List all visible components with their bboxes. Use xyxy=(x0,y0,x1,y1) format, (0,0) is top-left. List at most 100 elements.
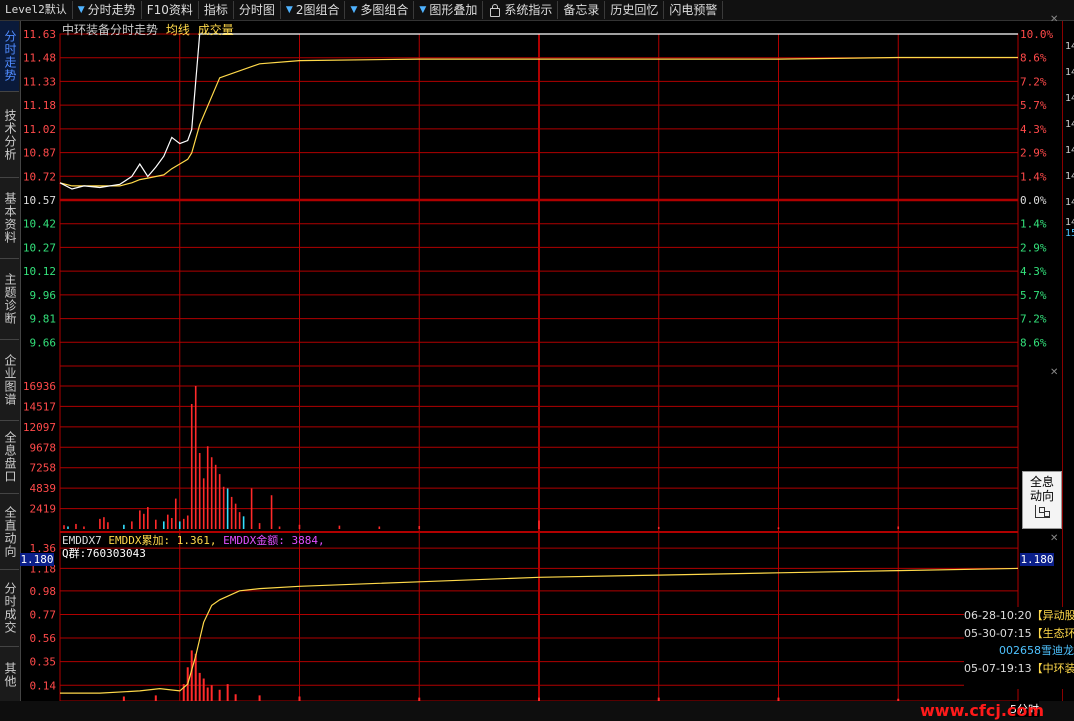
percent-tick-label: 2.9% xyxy=(1020,147,1047,160)
percent-tick-label: 5.7% xyxy=(1020,289,1047,302)
toolbar-memo[interactable]: 备忘录 xyxy=(558,1,606,19)
watermark: www.cfcj.com xyxy=(920,701,1045,720)
panel-number: 14 xyxy=(1065,217,1074,228)
volume-label: 成交量 xyxy=(197,23,234,37)
toolbar-label: 多图组合 xyxy=(360,3,409,17)
toolbar-label: F10资料 xyxy=(146,3,193,17)
chart-title: 中环装备分时走势 均线 成交量 xyxy=(62,21,234,38)
toolbar-level2-default[interactable]: Level2默认 xyxy=(0,1,73,19)
news-item[interactable]: 06-28-10:20【异动股 xyxy=(964,607,1074,625)
price-tick-label: 10.42 xyxy=(23,218,56,231)
toolbar-multi-chart[interactable]: ▼ 多图组合 xyxy=(345,1,415,19)
panel-number: 14 xyxy=(1065,41,1074,52)
toolbar-f10[interactable]: F10资料 xyxy=(142,1,199,19)
news-date: 06-28-10:20 xyxy=(964,609,1032,622)
price-tick-label: 9.66 xyxy=(30,336,57,349)
tab-technical[interactable]: 技术分析 xyxy=(0,92,19,178)
toolbar-history[interactable]: 历史回忆 xyxy=(605,1,665,19)
volume-tick-label: 9678 xyxy=(30,441,57,454)
toolbar-intraday[interactable]: ▼ 分时走势 xyxy=(73,1,142,19)
tab-basic-info[interactable]: 基本资料 xyxy=(0,178,19,259)
lock-icon xyxy=(490,3,501,17)
percent-tick-label: 2.9% xyxy=(1020,241,1047,254)
news-stock-code: 002658雪迪龙 xyxy=(999,644,1074,657)
dropdown-arrow-icon: ▼ xyxy=(285,5,293,15)
indicator-tick-label: 0.14 xyxy=(30,679,57,692)
tab-intraday[interactable]: 分时走势 xyxy=(0,21,19,92)
toolbar-alert[interactable]: 闪电预警 xyxy=(664,1,724,19)
tab-full-trend[interactable]: 全直动向 xyxy=(0,494,19,570)
panel-number: 14 xyxy=(1065,67,1074,78)
dropdown-arrow-icon: ▼ xyxy=(77,5,85,15)
percent-tick-label: 7.2% xyxy=(1020,75,1047,88)
volume-tick-label: 7258 xyxy=(30,462,57,475)
indicator-tick-label: 0.98 xyxy=(30,585,57,598)
panel-number: 14 xyxy=(1065,93,1074,104)
price-tick-label: 11.48 xyxy=(23,52,56,65)
indicator-value-right: 1.180 xyxy=(1020,553,1054,566)
news-item[interactable]: 002658雪迪龙 xyxy=(964,642,1074,660)
toolbar-label: 历史回忆 xyxy=(610,3,659,17)
tab-label: 主题诊断 xyxy=(3,273,17,325)
percent-tick-label: 8.6% xyxy=(1020,52,1047,65)
price-tick-label: 11.02 xyxy=(23,123,56,136)
percent-tick-label: 1.4% xyxy=(1020,170,1047,183)
price-tick-label: 10.72 xyxy=(23,170,56,183)
toolbar-label: 图形叠加 xyxy=(429,3,478,17)
toolbar-system[interactable]: 系统指示 xyxy=(483,1,559,19)
toolbar-two-chart[interactable]: ▼ 2图组合 xyxy=(281,1,346,19)
dropdown-arrow-icon: ▼ xyxy=(419,5,427,15)
tab-tick-trades[interactable]: 分时成交 xyxy=(0,570,19,647)
percent-tick-label: 4.3% xyxy=(1020,123,1047,136)
price-tick-label: 11.18 xyxy=(23,99,56,112)
percent-tick-label: 4.3% xyxy=(1020,265,1047,278)
toolbar-indicator[interactable]: 指标 xyxy=(199,1,234,19)
news-title: 【生态环 xyxy=(1031,626,1074,640)
tab-theme-diagnosis[interactable]: 主题诊断 xyxy=(0,259,19,340)
percent-tick-label: 1.4% xyxy=(1020,218,1047,231)
toolbar-label: 闪电预警 xyxy=(669,3,718,17)
indicator-value-left: 1.180 xyxy=(20,553,54,566)
news-item[interactable]: 05-07-19:13【中环装 xyxy=(964,660,1074,678)
close-icon[interactable]: ✕ xyxy=(1050,533,1058,544)
side-tab-bar: 分时走势 技术分析 基本资料 主题诊断 企业图谱 全息盘口 全直动向 分时成交 … xyxy=(0,21,21,721)
volume-tick-label: 2419 xyxy=(30,503,57,516)
price-tick-label: 11.63 xyxy=(23,28,56,41)
tab-company-graph[interactable]: 企业图谱 xyxy=(0,340,19,421)
close-icon[interactable]: ✕ xyxy=(1050,14,1058,25)
toolbar-label: 分时图 xyxy=(238,3,275,17)
news-item[interactable]: 05-30-07:15【生态环 xyxy=(964,625,1074,643)
indicator-tick-label: 0.56 xyxy=(30,632,57,645)
button-line1: 全息 xyxy=(1029,475,1054,489)
close-icon[interactable]: ✕ xyxy=(1050,367,1058,378)
chart-title-name: 中环装备分时走势 xyxy=(62,23,159,37)
indicator-amount: EMDDX金额: 3884, xyxy=(223,534,325,547)
indicator-tick-label: 0.77 xyxy=(30,608,57,621)
price-tick-label: 10.57 xyxy=(23,194,56,207)
dropdown-arrow-icon: ▼ xyxy=(350,5,358,15)
chart-small-icon xyxy=(1034,505,1050,518)
tab-label: 分时成交 xyxy=(3,582,17,634)
tab-label: 全息盘口 xyxy=(3,431,17,483)
price-tick-label: 11.33 xyxy=(23,75,56,88)
toolbar-intraday-chart[interactable]: 分时图 xyxy=(234,1,281,19)
panel-number: 14 xyxy=(1065,145,1074,156)
top-toolbar: Level2默认 ▼ 分时走势 F10资料 指标 分时图 ▼ 2图组合 ▼ 多图组合 … xyxy=(0,0,1074,21)
full-info-trend-button[interactable]: 全息 动向 xyxy=(1022,471,1062,529)
price-tick-label: 9.96 xyxy=(30,289,57,302)
panel-number: 15 xyxy=(1065,228,1074,239)
toolbar-label: 分时走势 xyxy=(87,3,136,17)
tab-label: 企业图谱 xyxy=(3,354,17,406)
toolbar-label: 指标 xyxy=(203,3,228,17)
volume-tick-label: 14517 xyxy=(23,400,56,413)
tab-full-quote[interactable]: 全息盘口 xyxy=(0,421,19,494)
toolbar-overlay[interactable]: ▼ 图形叠加 xyxy=(414,1,484,19)
tab-other[interactable]: 其他 xyxy=(0,647,19,703)
avg-line-label: 均线 xyxy=(165,23,190,37)
price-tick-label: 9.81 xyxy=(30,313,57,326)
intraday-chart[interactable]: 11.63 10.0% 11.48 8.6% 11.33 7.2% 11.18 5.7% 11.… xyxy=(20,21,1062,701)
toolbar-label: Level2默认 xyxy=(5,3,67,16)
right-quote-panel: 14 14 14 14 14 14 14 14 15 xyxy=(1062,21,1074,701)
panel-number: 14 xyxy=(1065,197,1074,208)
volume-tick-label: 12097 xyxy=(23,421,56,434)
